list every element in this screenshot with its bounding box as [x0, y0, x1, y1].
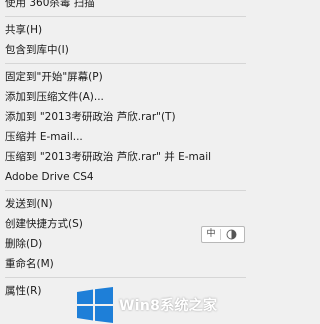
menu-separator — [5, 63, 246, 64]
menu-separator — [5, 277, 246, 278]
windows-logo-icon — [77, 286, 113, 323]
menu-item-scan-360[interactable]: 使用 360杀毒 扫描 — [0, 0, 246, 13]
menu-separator — [5, 190, 246, 191]
menu-item-compress-email[interactable]: 压缩并 E-mail... — [0, 127, 246, 147]
context-menu: 使用 360杀毒 扫描 共享(H) 包含到库中(I) 固定到"开始"屏幕(P) … — [0, 0, 246, 301]
menu-item-include-in-library[interactable]: 包含到库中(I) — [0, 40, 246, 60]
menu-item-adobe-drive[interactable]: Adobe Drive CS4 — [0, 167, 246, 187]
menu-item-add-to-archive[interactable]: 添加到压缩文件(A)... — [0, 87, 246, 107]
menu-item-compress-rar-email[interactable]: 压缩到 "2013考研政治 芦欣.rar" 并 E-mail — [0, 147, 246, 167]
menu-item-rename[interactable]: 重命名(M) — [0, 254, 246, 274]
menu-item-send-to[interactable]: 发送到(N) — [0, 194, 246, 214]
menu-item-share[interactable]: 共享(H) — [0, 20, 246, 40]
watermark-text: Win8系统之家 — [119, 297, 218, 314]
menu-separator — [5, 16, 246, 17]
half-moon-icon[interactable] — [221, 227, 241, 242]
watermark: Win8系统之家 — [75, 285, 246, 324]
ime-toolbar[interactable]: 中 — [201, 226, 245, 243]
ime-mode-label[interactable]: 中 — [202, 227, 220, 242]
menu-item-pin-to-start[interactable]: 固定到"开始"屏幕(P) — [0, 67, 246, 87]
menu-item-add-to-rar[interactable]: 添加到 "2013考研政治 芦欣.rar"(T) — [0, 107, 246, 127]
